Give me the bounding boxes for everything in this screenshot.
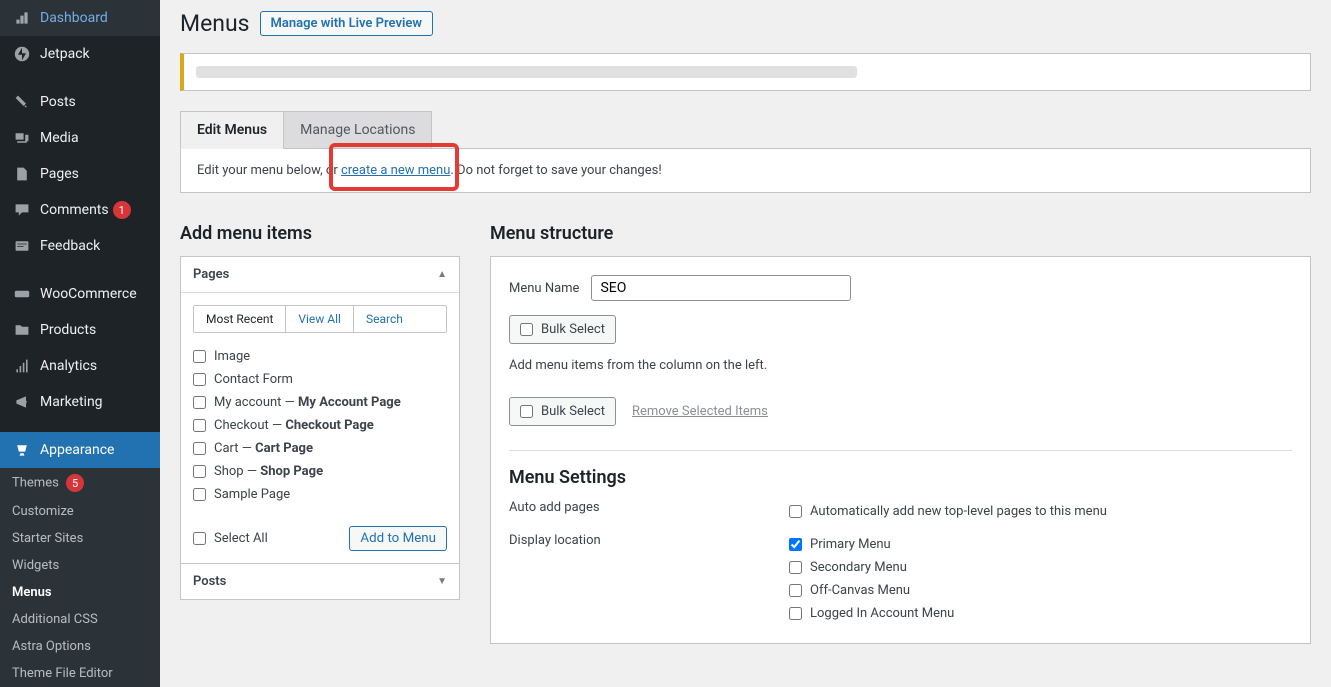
sidebar-item-posts[interactable]: Posts bbox=[0, 84, 160, 120]
pages-accordion: Pages ▲ Most RecentView AllSearch ImageC… bbox=[180, 256, 460, 564]
caret-up-icon: ▲ bbox=[437, 269, 447, 280]
sidebar-item-dashboard[interactable]: Dashboard bbox=[0, 0, 160, 36]
comments-icon bbox=[12, 200, 32, 220]
instruction-post: . Do not forget to save your changes! bbox=[450, 163, 661, 178]
admin-sidebar: DashboardJetpack PostsMediaPagesComments1… bbox=[0, 0, 160, 687]
instruction-panel: Edit your menu below, or create a new me… bbox=[180, 149, 1311, 193]
location-off-canvas-menu[interactable]: Off-Canvas Menu bbox=[789, 579, 1292, 602]
feedback-icon bbox=[12, 236, 32, 256]
bulk-select-top[interactable]: Bulk Select bbox=[509, 315, 616, 344]
location-primary-menu[interactable]: Primary Menu bbox=[789, 533, 1292, 556]
sidebar-item-woocommerce[interactable]: WooCommerce bbox=[0, 276, 160, 312]
badge: 5 bbox=[66, 474, 84, 492]
analytics-icon bbox=[12, 356, 32, 376]
pages-icon bbox=[12, 164, 32, 184]
pages-accordion-header[interactable]: Pages ▲ bbox=[181, 257, 459, 293]
remove-selected-link[interactable]: Remove Selected Items bbox=[632, 404, 768, 419]
media-icon bbox=[12, 128, 32, 148]
posts-icon bbox=[12, 92, 32, 112]
sidebar-sub-menus[interactable]: Menus bbox=[0, 579, 160, 606]
sidebar-item-jetpack[interactable]: Jetpack bbox=[0, 36, 160, 72]
sidebar-item-marketing[interactable]: Marketing bbox=[0, 384, 160, 420]
admin-notice bbox=[180, 53, 1311, 91]
sidebar-item-media[interactable]: Media bbox=[0, 120, 160, 156]
subtab-view-all[interactable]: View All bbox=[286, 306, 354, 332]
sidebar-sub-astra-options[interactable]: Astra Options bbox=[0, 633, 160, 660]
dashboard-icon bbox=[12, 8, 32, 28]
jetpack-icon bbox=[12, 44, 32, 64]
location-logged-in-account-menu[interactable]: Logged In Account Menu bbox=[789, 602, 1292, 625]
page-item-cart[interactable]: Cart — Cart Page bbox=[193, 437, 447, 460]
page-item-my-account[interactable]: My account — My Account Page bbox=[193, 391, 447, 414]
auto-add-label: Auto add pages bbox=[509, 500, 789, 515]
instruction-pre: Edit your menu below, or bbox=[197, 163, 341, 178]
sidebar-item-comments[interactable]: Comments1 bbox=[0, 192, 160, 228]
sidebar-sub-customize[interactable]: Customize bbox=[0, 498, 160, 525]
sidebar-item-analytics[interactable]: Analytics bbox=[0, 348, 160, 384]
display-location-label: Display location bbox=[509, 533, 789, 548]
create-new-menu-link[interactable]: create a new menu bbox=[341, 163, 450, 178]
menu-tabs: Edit MenusManage Locations bbox=[180, 111, 1311, 149]
subtab-most-recent[interactable]: Most Recent bbox=[194, 306, 286, 332]
tab-edit-menus[interactable]: Edit Menus bbox=[180, 111, 284, 149]
page-item-contact-form[interactable]: Contact Form bbox=[193, 368, 447, 391]
menu-name-label: Menu Name bbox=[509, 281, 579, 296]
sidebar-sub-starter-sites[interactable]: Starter Sites bbox=[0, 525, 160, 552]
add-menu-items-title: Add menu items bbox=[180, 223, 460, 244]
bulk-select-bottom[interactable]: Bulk Select bbox=[509, 397, 616, 426]
sidebar-item-products[interactable]: Products bbox=[0, 312, 160, 348]
badge: 1 bbox=[113, 201, 131, 219]
page-item-image[interactable]: Image bbox=[193, 345, 447, 368]
posts-accordion-header[interactable]: Posts ▼ bbox=[181, 564, 459, 599]
page-item-checkout[interactable]: Checkout — Checkout Page bbox=[193, 414, 447, 437]
main-content: Menus Manage with Live Preview Edit Menu… bbox=[160, 0, 1331, 687]
posts-accordion: Posts ▼ bbox=[180, 564, 460, 600]
sidebar-item-appearance[interactable]: Appearance bbox=[0, 432, 160, 468]
menu-name-input[interactable] bbox=[591, 275, 851, 301]
sidebar-item-pages[interactable]: Pages bbox=[0, 156, 160, 192]
marketing-icon bbox=[12, 392, 32, 412]
location-secondary-menu[interactable]: Secondary Menu bbox=[789, 556, 1292, 579]
auto-add-checkbox[interactable]: Automatically add new top-level pages to… bbox=[789, 500, 1292, 523]
select-all-checkbox[interactable]: Select All bbox=[193, 527, 268, 550]
page-item-sample-page[interactable]: Sample Page bbox=[193, 483, 447, 506]
page-item-shop[interactable]: Shop — Shop Page bbox=[193, 460, 447, 483]
sidebar-item-feedback[interactable]: Feedback bbox=[0, 228, 160, 264]
sidebar-sub-additional-css[interactable]: Additional CSS bbox=[0, 606, 160, 633]
empty-menu-hint: Add menu items from the column on the le… bbox=[509, 358, 1292, 373]
menu-structure-panel: Menu Name Bulk Select Add menu items fro… bbox=[490, 256, 1311, 644]
add-to-menu-button[interactable]: Add to Menu bbox=[349, 526, 447, 551]
menu-settings-title: Menu Settings bbox=[509, 467, 1292, 488]
menu-structure-title: Menu structure bbox=[490, 223, 1311, 244]
caret-down-icon: ▼ bbox=[437, 576, 447, 587]
subtab-search[interactable]: Search bbox=[354, 306, 415, 332]
sidebar-sub-widgets[interactable]: Widgets bbox=[0, 552, 160, 579]
page-title: Menus bbox=[180, 10, 250, 37]
woo-icon bbox=[12, 284, 32, 304]
products-icon bbox=[12, 320, 32, 340]
manage-live-preview-button[interactable]: Manage with Live Preview bbox=[260, 11, 433, 36]
sidebar-sub-themes[interactable]: Themes 5 bbox=[0, 468, 160, 498]
appearance-icon bbox=[12, 440, 32, 460]
tab-manage-locations[interactable]: Manage Locations bbox=[283, 111, 432, 148]
